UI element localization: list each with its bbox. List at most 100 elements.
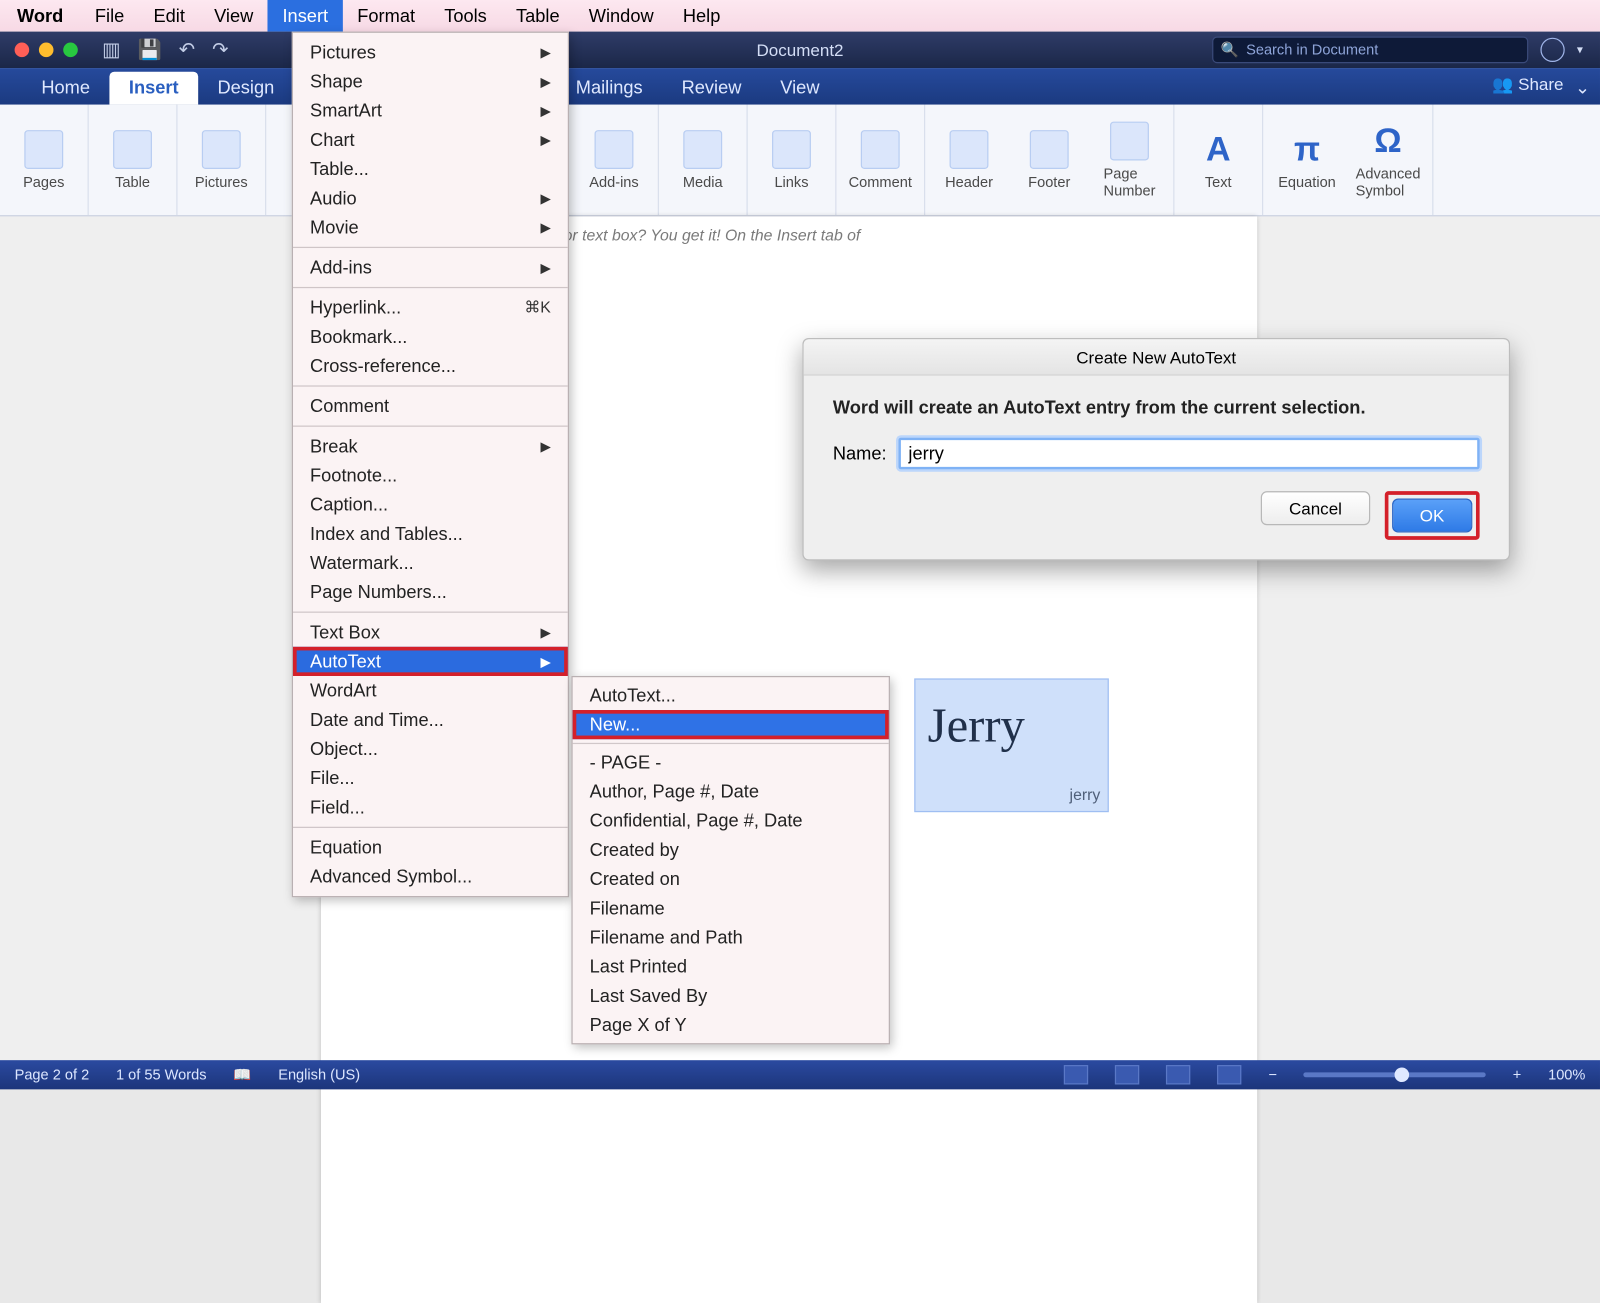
submenu-entry[interactable]: Last Saved By bbox=[573, 981, 889, 1010]
zoom-in-icon[interactable]: + bbox=[1513, 1066, 1522, 1083]
submenu-entry[interactable]: Created by bbox=[573, 835, 889, 864]
chevron-right-icon: ▶ bbox=[540, 624, 550, 640]
submenu-entry[interactable]: Filename and Path bbox=[573, 923, 889, 952]
zoom-out-icon[interactable]: − bbox=[1268, 1066, 1277, 1083]
submenu-entry[interactable]: Last Printed bbox=[573, 952, 889, 981]
tab-review[interactable]: Review bbox=[662, 72, 761, 105]
menu-hyperlink[interactable]: Hyperlink...⌘K bbox=[293, 293, 568, 322]
minimize-icon[interactable] bbox=[39, 43, 54, 58]
share-button[interactable]: 👥 Share bbox=[1492, 74, 1563, 95]
status-spellcheck-icon[interactable]: 📖 bbox=[233, 1066, 251, 1083]
menu-format[interactable]: Format bbox=[343, 0, 430, 32]
menu-insert[interactable]: Insert bbox=[268, 0, 343, 32]
advanced-symbol-button[interactable]: ΩAdvancedSymbol bbox=[1356, 121, 1421, 199]
menu-caption[interactable]: Caption... bbox=[293, 490, 568, 519]
menu-crossref[interactable]: Cross-reference... bbox=[293, 351, 568, 380]
menu-smartart[interactable]: SmartArt▶ bbox=[293, 96, 568, 125]
view-web-icon[interactable] bbox=[1115, 1065, 1139, 1084]
comment-button[interactable]: Comment bbox=[849, 129, 912, 190]
submenu-entry[interactable]: - PAGE - bbox=[573, 748, 889, 777]
menu-bookmark[interactable]: Bookmark... bbox=[293, 322, 568, 351]
submenu-entry[interactable]: Author, Page #, Date bbox=[573, 777, 889, 806]
chevron-right-icon: ▶ bbox=[540, 438, 550, 454]
submenu-entry[interactable]: Created on bbox=[573, 864, 889, 893]
menu-file[interactable]: File bbox=[80, 0, 139, 32]
menu-page-numbers[interactable]: Page Numbers... bbox=[293, 578, 568, 607]
menu-file[interactable]: File... bbox=[293, 764, 568, 793]
tab-home[interactable]: Home bbox=[22, 72, 110, 105]
mac-menubar: Word File Edit View Insert Format Tools … bbox=[0, 0, 1600, 32]
menu-audio[interactable]: Audio▶ bbox=[293, 184, 568, 213]
media-button[interactable]: Media bbox=[671, 129, 734, 190]
page-number-button[interactable]: PageNumber bbox=[1098, 121, 1161, 199]
footer-button[interactable]: Footer bbox=[1018, 129, 1081, 190]
table-button[interactable]: Table bbox=[101, 129, 164, 190]
view-print-icon[interactable] bbox=[1064, 1065, 1088, 1084]
tab-mailings[interactable]: Mailings bbox=[556, 72, 662, 105]
menu-object[interactable]: Object... bbox=[293, 734, 568, 763]
menu-movie[interactable]: Movie▶ bbox=[293, 213, 568, 242]
menu-edit[interactable]: Edit bbox=[139, 0, 200, 32]
pictures-button[interactable]: Pictures bbox=[190, 129, 253, 190]
undo-icon[interactable]: ↶ bbox=[179, 38, 195, 62]
menu-help[interactable]: Help bbox=[668, 0, 735, 32]
ok-button[interactable]: OK bbox=[1392, 498, 1473, 532]
chevron-right-icon: ▶ bbox=[540, 653, 550, 669]
menu-pictures[interactable]: Pictures▶ bbox=[293, 38, 568, 67]
menu-watermark[interactable]: Watermark... bbox=[293, 548, 568, 577]
submenu-autotext[interactable]: AutoText... bbox=[573, 681, 889, 710]
submenu-entry[interactable]: Page X of Y bbox=[573, 1010, 889, 1039]
zoom-icon[interactable] bbox=[63, 43, 78, 58]
redo-icon[interactable]: ↷ bbox=[212, 38, 228, 62]
menu-wordart[interactable]: WordArt bbox=[293, 676, 568, 705]
feedback-chevron-icon[interactable]: ▾ bbox=[1577, 43, 1583, 56]
signature-selection[interactable]: Jerry jerry bbox=[914, 678, 1109, 812]
menu-table[interactable]: Table bbox=[501, 0, 574, 32]
menu-datetime[interactable]: Date and Time... bbox=[293, 705, 568, 734]
header-button[interactable]: Header bbox=[937, 129, 1000, 190]
chevron-right-icon: ▶ bbox=[540, 132, 550, 148]
close-icon[interactable] bbox=[15, 43, 30, 58]
collapse-ribbon-icon[interactable]: ⌄ bbox=[1575, 77, 1590, 99]
menu-window[interactable]: Window bbox=[574, 0, 668, 32]
menu-index-tables[interactable]: Index and Tables... bbox=[293, 519, 568, 548]
zoom-slider[interactable] bbox=[1304, 1072, 1486, 1077]
menu-footnote[interactable]: Footnote... bbox=[293, 461, 568, 490]
menu-textbox[interactable]: Text Box▶ bbox=[293, 618, 568, 647]
addins-button[interactable]: Add-ins bbox=[582, 129, 645, 190]
menu-shape[interactable]: Shape▶ bbox=[293, 67, 568, 96]
name-input[interactable] bbox=[899, 438, 1480, 470]
feedback-icon[interactable] bbox=[1540, 38, 1564, 62]
menu-chart[interactable]: Chart▶ bbox=[293, 125, 568, 154]
submenu-entry[interactable]: Confidential, Page #, Date bbox=[573, 806, 889, 835]
menu-equation[interactable]: Equation bbox=[293, 833, 568, 862]
menu-comment[interactable]: Comment bbox=[293, 391, 568, 420]
tab-view[interactable]: View bbox=[761, 72, 839, 105]
pages-button[interactable]: Pages bbox=[12, 129, 75, 190]
status-language[interactable]: English (US) bbox=[278, 1066, 360, 1083]
save-icon[interactable]: 💾 bbox=[138, 38, 162, 62]
menu-break[interactable]: Break▶ bbox=[293, 432, 568, 461]
menu-table-item[interactable]: Table... bbox=[293, 154, 568, 183]
menu-addins[interactable]: Add-ins▶ bbox=[293, 253, 568, 282]
search-document-input[interactable]: 🔍 Search in Document bbox=[1212, 36, 1528, 63]
menu-field[interactable]: Field... bbox=[293, 793, 568, 822]
tab-insert[interactable]: Insert bbox=[109, 72, 198, 105]
view-draft-icon[interactable] bbox=[1217, 1065, 1241, 1084]
status-page[interactable]: Page 2 of 2 bbox=[15, 1066, 90, 1083]
view-outline-icon[interactable] bbox=[1166, 1065, 1190, 1084]
zoom-level[interactable]: 100% bbox=[1548, 1066, 1585, 1083]
menu-autotext[interactable]: AutoText▶ bbox=[293, 647, 568, 676]
text-button[interactable]: AText bbox=[1187, 129, 1250, 190]
equation-button[interactable]: πEquation bbox=[1275, 129, 1338, 190]
submenu-new[interactable]: New... bbox=[573, 710, 889, 739]
links-button[interactable]: Links bbox=[760, 129, 823, 190]
menu-tools[interactable]: Tools bbox=[430, 0, 502, 32]
tab-design[interactable]: Design bbox=[198, 72, 294, 105]
cancel-button[interactable]: Cancel bbox=[1261, 491, 1370, 525]
submenu-entry[interactable]: Filename bbox=[573, 894, 889, 923]
menu-view[interactable]: View bbox=[200, 0, 268, 32]
status-words[interactable]: 1 of 55 Words bbox=[116, 1066, 207, 1083]
sidebar-toggle-icon[interactable]: ▥ bbox=[102, 38, 120, 62]
menu-advanced-symbol[interactable]: Advanced Symbol... bbox=[293, 862, 568, 891]
